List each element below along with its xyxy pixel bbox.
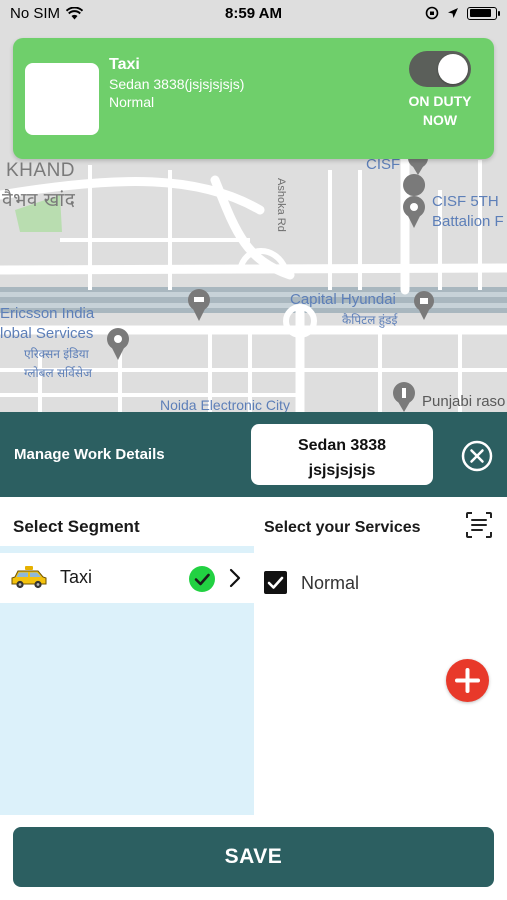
vehicle-model: Sedan 3838(jsjsjsjsjs) — [109, 76, 245, 92]
map-label-ericsson: Ericsson India — [0, 305, 95, 322]
map-label-punjabi: Punjabi raso — [422, 393, 506, 410]
map-label-capital-hyundai-hindi: कैपिटल हुंडई — [342, 313, 398, 327]
close-button[interactable] — [461, 440, 493, 472]
duty-card: Taxi Sedan 3838(jsjsjsjsjs) Normal ON DU… — [13, 38, 494, 159]
vehicle-info: Taxi Sedan 3838(jsjsjsjsjs) Normal — [109, 56, 244, 110]
status-bar: No SIM 8:59 AM — [0, 0, 507, 26]
map-label-cisf-5th: CISF 5TH — [432, 193, 499, 210]
duty-status-line2: NOW — [422, 112, 458, 128]
close-icon — [461, 440, 493, 472]
vehicle-selector-name: Sedan 3838 — [297, 437, 387, 454]
battery-level — [469, 9, 491, 17]
duty-status-label: ON DUTY NOW — [395, 92, 485, 130]
map-label-ericsson-hindi-services: ग्लोबल सर्विसेज — [24, 366, 92, 380]
segment-label: Taxi — [60, 567, 93, 587]
duty-status-line1: ON DUTY — [408, 93, 472, 109]
map-label-capital-hyundai: Capital Hyundai — [290, 291, 396, 308]
save-button[interactable]: SAVE — [13, 827, 494, 887]
plus-icon — [455, 668, 480, 693]
vehicle-image — [25, 63, 99, 135]
checkmark-icon — [267, 576, 284, 589]
add-service-button[interactable] — [446, 659, 489, 702]
services-panel: Select your Services Normal — [254, 497, 507, 815]
location-arrow-icon — [448, 8, 458, 18]
map-label-ericsson-hindi: एरिक्सन इंडिया — [24, 347, 89, 361]
segment-item-taxi[interactable]: Taxi — [0, 553, 254, 603]
service-label-normal: Normal — [301, 573, 360, 593]
map-label-khand-hindi: वैभव खांद — [2, 190, 76, 211]
chevron-right-icon — [229, 568, 241, 588]
list-icon[interactable] — [464, 510, 494, 540]
work-details-header: Manage Work Details Sedan 3838 jsjsjsjsj… — [0, 412, 507, 497]
map-label-battalion: Battalion F — [432, 213, 504, 230]
selected-check-icon — [189, 566, 215, 592]
orientation-lock-icon — [425, 6, 439, 20]
map-label-ashoka-rd: Ashoka Rd — [275, 178, 287, 232]
map-label-ericsson-services: lobal Services — [0, 325, 94, 342]
segment-panel: Select Segment Taxi — [0, 497, 254, 815]
duty-toggle[interactable] — [409, 51, 471, 87]
wifi-icon — [66, 6, 84, 19]
carrier-label: No SIM — [10, 4, 61, 22]
taxi-icon — [11, 566, 47, 589]
service-checkbox-normal[interactable] — [264, 571, 287, 594]
toggle-knob — [438, 54, 468, 84]
segment-heading: Select Segment — [0, 497, 254, 546]
vehicle-type: Taxi — [109, 56, 140, 73]
vehicle-selector-plate: jsjsjsjsjs — [308, 462, 376, 479]
map-label-khand: KHAND — [6, 160, 76, 181]
vehicle-service: Normal — [109, 94, 155, 110]
services-heading: Select your Services — [264, 519, 421, 536]
vehicle-selector[interactable]: Sedan 3838 jsjsjsjsjs — [251, 424, 433, 485]
work-details-title: Manage Work Details — [14, 446, 165, 463]
battery-icon — [467, 6, 500, 20]
map-label-noida-electronic-city: Noida Electronic City — [160, 397, 290, 412]
